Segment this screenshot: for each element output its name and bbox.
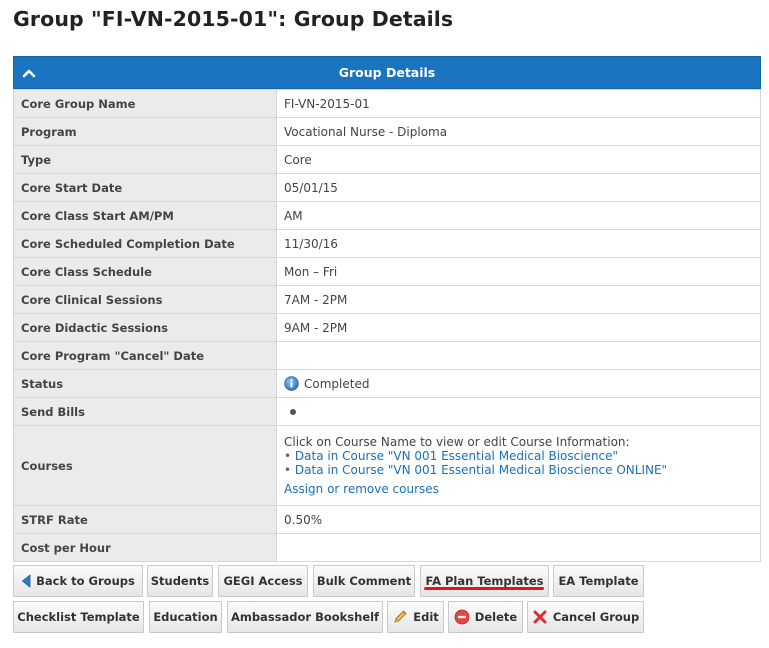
row-label: Status	[13, 369, 277, 398]
row-value: 0.50%	[276, 505, 761, 534]
cancel-group-button[interactable]: Cancel Group	[527, 601, 644, 633]
row-value: 7AM - 2PM	[276, 285, 761, 314]
red-underline-annotation	[424, 587, 544, 590]
row-label: Cost per Hour	[13, 533, 277, 562]
row-value: 9AM - 2PM	[276, 313, 761, 342]
students-button[interactable]: Students	[147, 565, 213, 597]
row-label: Core Didactic Sessions	[13, 313, 277, 342]
table-row: STRF Rate 0.50%	[13, 505, 761, 534]
row-label: Program	[13, 117, 277, 146]
minus-circle-icon	[454, 609, 470, 625]
courses-intro: Click on Course Name to view or edit Cou…	[284, 435, 630, 449]
button-label: EA Template	[558, 574, 639, 588]
row-value: FI-VN-2015-01	[276, 89, 761, 118]
group-details-panel: Group Details Core Group Name FI-VN-2015…	[13, 56, 761, 562]
table-row: Core Scheduled Completion Date 11/30/16	[13, 229, 761, 258]
button-label: Edit	[413, 610, 439, 624]
pencil-icon	[394, 610, 407, 623]
button-label: Back to Groups	[36, 574, 135, 588]
table-row: Core Class Schedule Mon – Fri	[13, 257, 761, 286]
edit-button[interactable]: Edit	[387, 601, 444, 633]
row-label: Core Class Start AM/PM	[13, 201, 277, 230]
page-title: Group "FI-VN-2015-01": Group Details	[13, 7, 454, 31]
delete-button[interactable]: Delete	[448, 601, 523, 633]
back-to-groups-button[interactable]: Back to Groups	[13, 565, 143, 597]
table-row: Core Start Date 05/01/15	[13, 173, 761, 202]
table-row: Type Core	[13, 145, 761, 174]
button-label: Students	[150, 574, 210, 588]
row-value: Core	[276, 145, 761, 174]
row-value: Mon – Fri	[276, 257, 761, 286]
button-label: Bulk Comment	[316, 574, 412, 588]
course-list-item: • Data in Course "VN 001 Essential Medic…	[284, 463, 668, 477]
table-row: Cost per Hour	[13, 533, 761, 562]
button-label: FA Plan Templates	[425, 574, 544, 588]
button-label: Checklist Template	[17, 610, 140, 624]
send-bills-value	[276, 397, 761, 426]
row-label: Core Start Date	[13, 173, 277, 202]
gegi-access-button[interactable]: GEGI Access	[218, 565, 308, 597]
row-label: Courses	[13, 425, 277, 506]
button-label: GEGI Access	[223, 574, 303, 588]
row-value: 05/01/15	[276, 173, 761, 202]
status-value-cell: Completed	[276, 369, 761, 398]
button-label: Education	[153, 610, 218, 624]
table-row: Core Didactic Sessions 9AM - 2PM	[13, 313, 761, 342]
education-button[interactable]: Education	[149, 601, 222, 633]
row-label: Core Clinical Sessions	[13, 285, 277, 314]
row-label: Type	[13, 145, 277, 174]
table-row: Program Vocational Nurse - Diploma	[13, 117, 761, 146]
details-table: Core Group Name FI-VN-2015-01 Program Vo…	[13, 89, 761, 562]
row-value: AM	[276, 201, 761, 230]
status-text: Completed	[304, 377, 370, 391]
row-value: 11/30/16	[276, 229, 761, 258]
bulk-comment-button[interactable]: Bulk Comment	[313, 565, 415, 597]
row-label: Core Class Schedule	[13, 257, 277, 286]
info-icon	[284, 376, 299, 391]
course-link[interactable]: Data in Course "VN 001 Essential Medical…	[295, 463, 667, 477]
table-row: Core Program "Cancel" Date	[13, 341, 761, 370]
row-value: Vocational Nurse - Diploma	[276, 117, 761, 146]
row-label: Send Bills	[13, 397, 277, 426]
ambassador-bookshelf-button[interactable]: Ambassador Bookshelf	[227, 601, 383, 633]
bullet-dot-icon	[290, 409, 296, 415]
row-label: Core Group Name	[13, 89, 277, 118]
panel-title: Group Details	[338, 65, 436, 80]
button-label: Ambassador Bookshelf	[230, 610, 380, 624]
ea-template-button[interactable]: EA Template	[553, 565, 644, 597]
row-label: Core Program "Cancel" Date	[13, 341, 277, 370]
row-label: STRF Rate	[13, 505, 277, 534]
status-row: Status Completed	[13, 369, 761, 398]
panel-header[interactable]: Group Details	[13, 56, 761, 89]
button-label: Cancel Group	[552, 610, 640, 624]
courses-row: Courses Click on Course Name to view or …	[13, 425, 761, 506]
fa-plan-templates-button[interactable]: FA Plan Templates	[420, 565, 549, 597]
button-label: Delete	[474, 610, 518, 624]
send-bills-row: Send Bills	[13, 397, 761, 426]
course-list-item: • Data in Course "VN 001 Essential Medic…	[284, 449, 619, 463]
close-icon	[533, 610, 547, 624]
row-value	[276, 341, 761, 370]
checklist-template-button[interactable]: Checklist Template	[13, 601, 144, 633]
table-row: Core Clinical Sessions 7AM - 2PM	[13, 285, 761, 314]
table-row: Core Group Name FI-VN-2015-01	[13, 89, 761, 118]
arrow-left-icon	[22, 574, 31, 588]
course-link[interactable]: Data in Course "VN 001 Essential Medical…	[295, 449, 618, 463]
courses-cell: Click on Course Name to view or edit Cou…	[276, 425, 761, 506]
row-label: Core Scheduled Completion Date	[13, 229, 277, 258]
assign-courses-link[interactable]: Assign or remove courses	[284, 482, 439, 496]
table-row: Core Class Start AM/PM AM	[13, 201, 761, 230]
row-value	[276, 533, 761, 562]
